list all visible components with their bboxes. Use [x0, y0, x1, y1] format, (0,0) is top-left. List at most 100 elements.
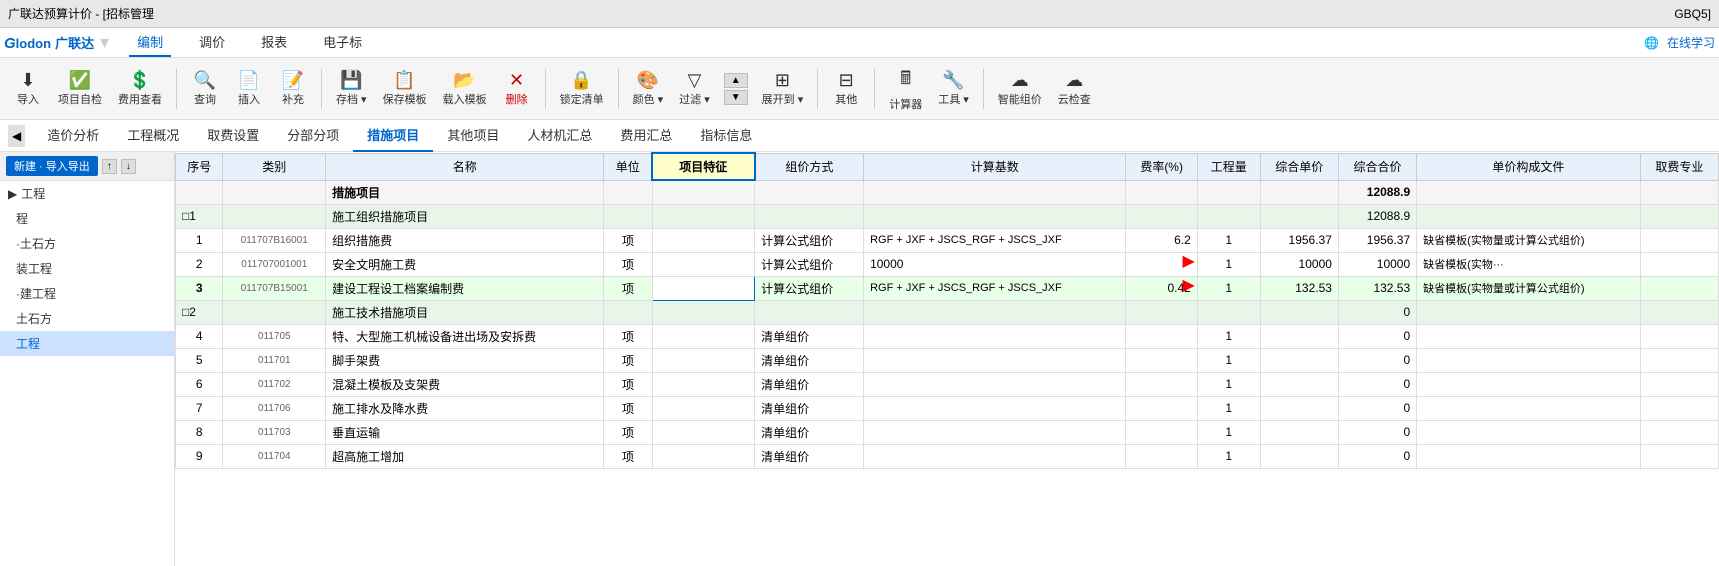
- sidebar-label1: 工程: [21, 185, 45, 202]
- cell-feature[interactable]: [652, 324, 755, 348]
- cell-rate: [1126, 348, 1197, 372]
- cell-feature[interactable]: [652, 372, 755, 396]
- table-row[interactable]: 2 011707001001 安全文明施工费 项 计算公式组价 10000 ▶ …: [176, 252, 1719, 276]
- tab-sections[interactable]: 分部分项: [273, 119, 353, 152]
- table-row[interactable]: 9 011704 超高施工增加 项 清单组价 1 0: [176, 444, 1719, 468]
- cell-name: 施工排水及降水费: [326, 396, 604, 420]
- sep7: [983, 69, 984, 109]
- insert-button[interactable]: 📄 插入: [229, 66, 269, 111]
- fee-view-button[interactable]: 💲 费用查看: [112, 66, 168, 111]
- tab-indicators[interactable]: 指标信息: [686, 119, 766, 152]
- cell-category: [223, 180, 326, 204]
- sidebar-label-decor: 装工程: [16, 260, 52, 277]
- table-row[interactable]: 8 011703 垂直运输 项 清单组价 1 0: [176, 420, 1719, 444]
- cell-price-file: [1417, 324, 1641, 348]
- import-button[interactable]: ⬇ 导入: [8, 66, 48, 111]
- sidebar-item-earth[interactable]: ·土石方: [0, 231, 174, 256]
- smart-price-button[interactable]: ☁ 智能组价: [992, 66, 1048, 111]
- tab-materials[interactable]: 人材机汇总: [513, 119, 606, 152]
- cell-qty: [1197, 300, 1260, 324]
- nav-down-button[interactable]: ▼: [724, 90, 748, 105]
- cell-feature[interactable]: [652, 420, 755, 444]
- load-template-icon: 📂: [453, 70, 475, 91]
- table-row[interactable]: 4 011705 特、大型施工机械设备进出场及安拆费 项 清单组价 1 0: [176, 324, 1719, 348]
- cell-total-price: 132.53: [1338, 276, 1416, 300]
- cell-unit: [604, 180, 652, 204]
- sidebar-item-civil[interactable]: ·建工程: [0, 281, 174, 306]
- cell-feature[interactable]: [652, 252, 755, 276]
- cell-rate: [1126, 324, 1197, 348]
- cell-category: 011707B16001: [223, 228, 326, 252]
- cell-unit-price: [1260, 180, 1338, 204]
- tab-measures[interactable]: 措施项目: [353, 119, 433, 152]
- cell-price-file: 缺省模板(实物量或计算公式组价): [1417, 276, 1641, 300]
- tab-cost-analysis[interactable]: 造价分析: [33, 119, 113, 152]
- delete-button[interactable]: ✕ 删除: [497, 66, 537, 111]
- lock-button[interactable]: 🔒 锁定清单: [554, 66, 610, 111]
- project-check-button[interactable]: ✅ 项目自检: [52, 66, 108, 111]
- expand-button[interactable]: ⊞ 展开到 ▾: [756, 66, 810, 111]
- online-label[interactable]: 在线学习: [1667, 34, 1715, 51]
- filter-button[interactable]: ▽ 过滤 ▾: [673, 66, 716, 111]
- menu-item-edit[interactable]: 编制: [129, 28, 171, 57]
- supplement-button[interactable]: 📝 补充: [273, 66, 313, 111]
- sidebar-item-decor[interactable]: 装工程: [0, 256, 174, 281]
- sidebar-item-earth2[interactable]: 土石方: [0, 306, 174, 331]
- tool-button[interactable]: 🔧 工具 ▾: [932, 66, 975, 111]
- cell-total-price: 0: [1338, 300, 1416, 324]
- tab-fee-summary[interactable]: 费用汇总: [606, 119, 686, 152]
- load-template-button[interactable]: 📂 载入模板: [437, 66, 493, 111]
- sidebar-item-project2[interactable]: 程: [0, 206, 174, 231]
- cell-feature[interactable]: [652, 348, 755, 372]
- col-feature: 项目特征: [652, 153, 755, 180]
- save-template-icon: 📋: [393, 70, 415, 91]
- cell-feature[interactable]: [652, 228, 755, 252]
- sidebar-item-project1[interactable]: ▶ 工程: [0, 181, 174, 206]
- other-button[interactable]: ⊟ 其他: [826, 66, 866, 111]
- collapse-sidebar-button[interactable]: ◀: [8, 125, 25, 147]
- sidebar-item-eng[interactable]: 工程: [0, 331, 174, 356]
- cell-feature[interactable]: [652, 444, 755, 468]
- col-qty: 工程量: [1197, 153, 1260, 180]
- tab-other[interactable]: 其他项目: [433, 119, 513, 152]
- table-row[interactable]: 1 011707B16001 组织措施费 项 计算公式组价 RGF + JXF …: [176, 228, 1719, 252]
- cell-method: 清单组价: [755, 372, 864, 396]
- menu-item-adjust[interactable]: 调价: [191, 28, 233, 57]
- cell-feature[interactable]: [652, 396, 755, 420]
- cell-feature: [652, 300, 755, 324]
- col-unit-price: 综合单价: [1260, 153, 1338, 180]
- cloud-check-button[interactable]: ☁ 云检查: [1052, 66, 1097, 111]
- save-template-button[interactable]: 📋 保存模板: [377, 66, 433, 111]
- cell-price-file: [1417, 372, 1641, 396]
- nav-up-button[interactable]: ▲: [724, 73, 748, 88]
- menu-item-report[interactable]: 报表: [253, 28, 295, 57]
- cell-unit: 项: [604, 252, 652, 276]
- nav-down-sidebar[interactable]: ↓: [121, 159, 136, 174]
- filter-label: 过滤 ▾: [679, 91, 710, 107]
- save-icon: 💾: [340, 70, 362, 91]
- cell-profession: [1640, 180, 1718, 204]
- tab-area: ◀ 造价分析 工程概况 取费设置 分部分项 措施项目 其他项目 人材机汇总 费用…: [0, 120, 1719, 152]
- cell-feature[interactable]: [652, 276, 755, 300]
- cell-total-price: 0: [1338, 372, 1416, 396]
- table-row[interactable]: 5 011701 脚手架费 项 清单组价 1 0: [176, 348, 1719, 372]
- menu-item-etender[interactable]: 电子标: [315, 28, 370, 57]
- color-button[interactable]: 🎨 颜色 ▾: [627, 66, 670, 111]
- search-button[interactable]: 🔍 查询: [185, 66, 225, 111]
- nav-up-sidebar[interactable]: ↑: [102, 159, 117, 174]
- cell-profession: [1640, 228, 1718, 252]
- logo-divider: ▾: [100, 32, 109, 53]
- table-row[interactable]: 7 011706 施工排水及降水费 项 清单组价 1 0: [176, 396, 1719, 420]
- table-row[interactable]: 6 011702 混凝土模板及支架费 项 清单组价 1 0: [176, 372, 1719, 396]
- measures-table: 序号 类别 名称 单位 项目特征 组价方式 计算基数 费率(%) 工程量 综合单…: [175, 152, 1719, 469]
- table-row-selected[interactable]: 3 011707B15001 建设工程设工档案编制费 项 计算公式组价 RGF …: [176, 276, 1719, 300]
- cell-seq: 4: [176, 324, 223, 348]
- new-import-button[interactable]: 新建 · 导入导出: [6, 156, 98, 176]
- calculator-button[interactable]: 🖩 计算器: [883, 62, 928, 116]
- save-template-label: 保存模板: [383, 91, 427, 107]
- tab-project-overview[interactable]: 工程概况: [113, 119, 193, 152]
- cell-total-price: 12088.9: [1338, 180, 1416, 204]
- cell-base: RGF + JXF + JSCS_RGF + JSCS_JXF: [864, 276, 1126, 300]
- save-button[interactable]: 💾 存档 ▾: [330, 66, 373, 111]
- tab-fee-settings[interactable]: 取费设置: [193, 119, 273, 152]
